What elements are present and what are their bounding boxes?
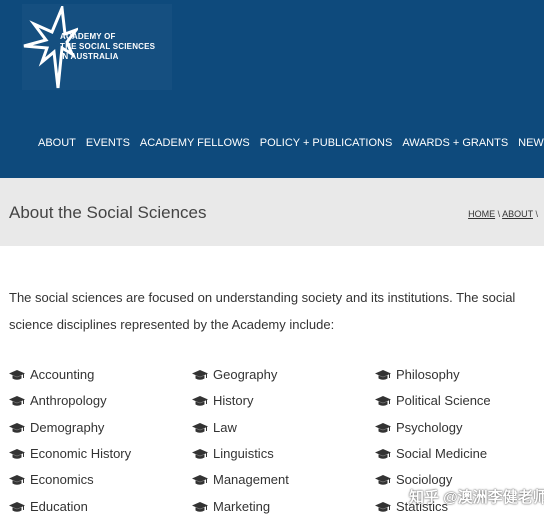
watermark: 知乎 @澳洲李健老师: [409, 489, 544, 506]
graduation-cap-icon: [192, 369, 213, 381]
nav-item-news[interactable]: NEWS: [518, 137, 544, 149]
graduation-cap-icon: [375, 448, 396, 460]
graduation-cap-icon: [9, 448, 30, 460]
discipline-item: Demography: [9, 415, 131, 441]
graduation-cap-icon: [9, 474, 30, 486]
discipline-item: Management: [192, 467, 289, 493]
logo-wordmark: ACADEMY OF THE SOCIAL SCIENCES IN AUSTRA…: [60, 32, 172, 62]
nav-item-awards-grants[interactable]: AWARDS + GRANTS: [402, 137, 508, 149]
discipline-item: Education: [9, 493, 131, 519]
logo-line: ACADEMY OF: [60, 32, 116, 41]
discipline-item: Geography: [192, 362, 289, 388]
breadcrumb-home-link[interactable]: HOME: [468, 209, 495, 219]
graduation-cap-icon: [192, 501, 213, 513]
discipline-label: Marketing: [213, 498, 271, 514]
graduation-cap-icon: [9, 501, 30, 513]
discipline-label: Anthropology: [30, 393, 107, 409]
discipline-label: Law: [213, 419, 237, 435]
nav-item-academy-fellows[interactable]: ACADEMY FELLOWS: [140, 137, 250, 149]
discipline-item: Economic History: [9, 441, 131, 467]
graduation-cap-icon: [192, 474, 213, 486]
breadcrumb-separator: \: [497, 209, 501, 219]
main-nav: ABOUT EVENTS ACADEMY FELLOWS POLICY + PU…: [38, 137, 544, 149]
discipline-label: History: [213, 393, 254, 409]
discipline-item: Political Science: [375, 388, 491, 414]
nav-item-about[interactable]: ABOUT: [38, 137, 76, 149]
discipline-item: Linguistics: [192, 441, 289, 467]
graduation-cap-icon: [192, 422, 213, 434]
discipline-label: Social Medicine: [396, 446, 488, 462]
discipline-label: Philosophy: [396, 367, 460, 383]
breadcrumb-separator: \: [535, 209, 538, 219]
discipline-item: Accounting: [9, 362, 131, 388]
graduation-cap-icon: [9, 369, 30, 381]
discipline-label: Demography: [30, 419, 105, 435]
breadcrumb-about-link[interactable]: ABOUT: [502, 209, 533, 219]
page-title: About the Social Sciences: [9, 203, 207, 222]
discipline-label: Geography: [213, 367, 278, 383]
site-logo[interactable]: ACADEMY OF THE SOCIAL SCIENCES IN AUSTRA…: [22, 4, 172, 90]
discipline-label: Political Science: [396, 393, 491, 409]
discipline-item: History: [192, 388, 289, 414]
discipline-label: Economic History: [30, 446, 132, 462]
discipline-item: Law: [192, 415, 289, 441]
discipline-label: Management: [213, 472, 289, 488]
nav-item-events[interactable]: EVENTS: [86, 137, 130, 149]
nav-item-policy-publications[interactable]: POLICY + PUBLICATIONS: [260, 137, 393, 149]
discipline-label: Linguistics: [213, 446, 274, 462]
discipline-item: Philosophy: [375, 362, 491, 388]
discipline-label: Accounting: [30, 367, 95, 383]
graduation-cap-icon: [375, 422, 396, 434]
discipline-item: Psychology: [375, 415, 491, 441]
discipline-label: Education: [30, 498, 88, 514]
graduation-cap-icon: [9, 395, 30, 407]
graduation-cap-icon: [375, 395, 396, 407]
graduation-cap-icon: [375, 474, 396, 486]
graduation-cap-icon: [375, 369, 396, 381]
discipline-item: Social Medicine: [375, 441, 491, 467]
discipline-item: Marketing: [192, 493, 289, 519]
graduation-cap-icon: [192, 448, 213, 460]
disciplines-column-2: Geography History Law Linguistics Management…: [192, 362, 289, 520]
graduation-cap-icon: [192, 395, 213, 407]
discipline-label: Economics: [30, 472, 94, 488]
discipline-item: Economics: [9, 467, 131, 493]
discipline-item: Anthropology: [9, 388, 131, 414]
discipline-label: Psychology: [396, 419, 463, 435]
breadcrumb: HOME \ ABOUT \: [468, 209, 538, 219]
disciplines-column-1: Accounting Anthropology Demography Economic…: [9, 362, 131, 520]
graduation-cap-icon: [9, 422, 30, 434]
logo-line: IN AUSTRALIA: [60, 52, 119, 61]
logo-line: THE SOCIAL SCIENCES: [60, 42, 156, 51]
graduation-cap-icon: [375, 501, 396, 513]
site-header: ACADEMY OF THE SOCIAL SCIENCES IN AUSTRA…: [0, 0, 544, 178]
intro-paragraph: The social sciences are focused on under…: [9, 290, 516, 332]
